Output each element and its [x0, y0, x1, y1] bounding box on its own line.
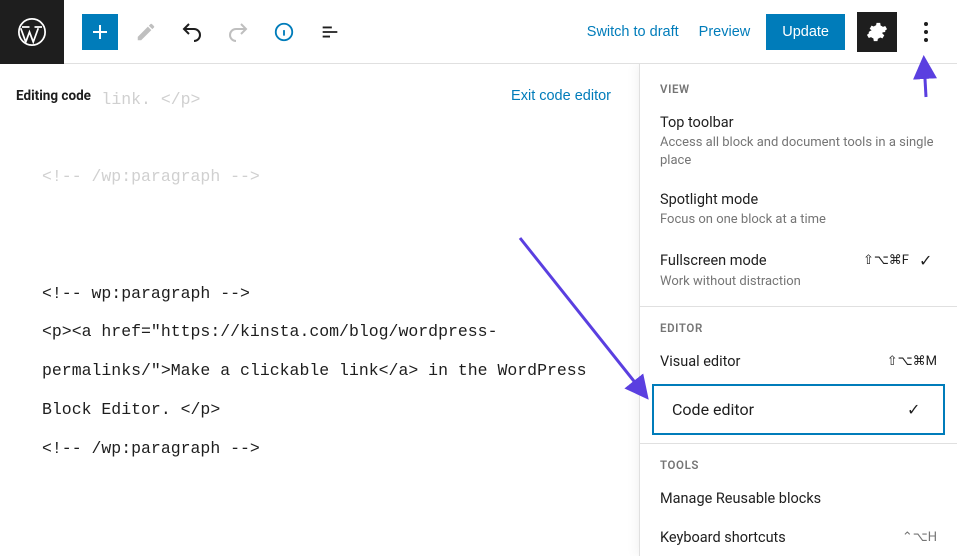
- redo-icon: [226, 20, 250, 44]
- menu-spotlight-mode[interactable]: Spotlight mode Focus on one block at a t…: [640, 181, 957, 241]
- top-toolbar: Switch to draft Preview Update: [0, 0, 957, 64]
- add-block-button[interactable]: [82, 14, 118, 50]
- redo-button[interactable]: [220, 14, 256, 50]
- dot-icon: [924, 30, 928, 34]
- check-icon: ✓: [919, 251, 937, 270]
- settings-button[interactable]: [857, 12, 897, 52]
- section-view-label: VIEW: [640, 72, 957, 104]
- divider: [640, 443, 957, 444]
- code-line: <!-- /wp:paragraph -->: [42, 167, 260, 186]
- divider: [640, 306, 957, 307]
- menu-item-title: Spotlight mode: [660, 191, 937, 208]
- wp-logo[interactable]: [0, 0, 64, 64]
- menu-item-title: Code editor: [672, 400, 754, 419]
- menu-item-shortcut: ⌃⌥H: [902, 530, 937, 545]
- details-button[interactable]: [266, 14, 302, 50]
- menu-item-desc: Access all block and document tools in a…: [660, 134, 937, 169]
- menu-fullscreen-mode[interactable]: Fullscreen mode ⇧⌥⌘F ✓ Work without dist…: [640, 241, 957, 303]
- pencil-icon: [135, 21, 157, 43]
- more-options-button[interactable]: [909, 12, 943, 52]
- code-line: <p><a href="https://kinsta.com/blog/word…: [42, 322, 597, 419]
- outline-button[interactable]: [312, 14, 348, 50]
- switch-to-draft-button[interactable]: Switch to draft: [583, 16, 683, 48]
- menu-keyboard-shortcuts[interactable]: Keyboard shortcuts ⌃⌥H: [640, 519, 957, 556]
- undo-button[interactable]: [174, 14, 210, 50]
- gear-icon: [866, 21, 888, 43]
- menu-top-toolbar[interactable]: Top toolbar Access all block and documen…: [640, 104, 957, 181]
- wordpress-icon: [17, 17, 47, 47]
- code-line: <!-- /wp:paragraph -->: [42, 439, 260, 458]
- menu-item-title: Visual editor: [660, 353, 740, 370]
- menu-item-title: Manage Reusable blocks: [660, 490, 937, 507]
- menu-item-title: Fullscreen mode: [660, 252, 767, 269]
- list-icon: [319, 21, 341, 43]
- menu-code-editor[interactable]: Code editor ✓: [652, 384, 945, 435]
- editing-code-label: Editing code: [16, 88, 91, 104]
- code-editor-pane: link. </p> <!-- /wp:paragraph --> <!-- w…: [0, 64, 639, 556]
- edit-mode-button[interactable]: [128, 14, 164, 50]
- check-icon: ✓: [907, 400, 925, 419]
- section-editor-label: EDITOR: [640, 311, 957, 343]
- code-header: Editing code Exit code editor: [12, 88, 615, 104]
- update-button[interactable]: Update: [766, 14, 845, 50]
- menu-item-shortcut: ⇧⌥⌘F: [863, 253, 909, 268]
- code-body[interactable]: link. </p> <!-- /wp:paragraph --> <!-- w…: [24, 64, 615, 556]
- dot-icon: [924, 22, 928, 26]
- toolbar-left-group: [64, 14, 348, 50]
- menu-item-shortcut: ⇧⌥⌘M: [887, 354, 937, 369]
- options-dropdown: VIEW Top toolbar Access all block and do…: [639, 64, 957, 556]
- preview-button[interactable]: Preview: [695, 16, 755, 48]
- dot-icon: [924, 38, 928, 42]
- content-area: link. </p> <!-- /wp:paragraph --> <!-- w…: [0, 64, 957, 556]
- menu-manage-reusable[interactable]: Manage Reusable blocks: [640, 480, 957, 519]
- undo-icon: [180, 20, 204, 44]
- toolbar-right-group: Switch to draft Preview Update: [583, 12, 957, 52]
- menu-item-desc: Work without distraction: [660, 273, 937, 291]
- info-icon: [273, 21, 295, 43]
- code-line: <!-- wp:paragraph -->: [42, 284, 250, 303]
- section-tools-label: TOOLS: [640, 448, 957, 480]
- menu-item-desc: Focus on one block at a time: [660, 211, 937, 229]
- menu-item-title: Top toolbar: [660, 114, 937, 131]
- plus-icon: [88, 20, 112, 44]
- exit-code-editor-button[interactable]: Exit code editor: [511, 88, 611, 104]
- menu-visual-editor[interactable]: Visual editor ⇧⌥⌘M: [640, 343, 957, 382]
- menu-item-title: Keyboard shortcuts: [660, 529, 786, 546]
